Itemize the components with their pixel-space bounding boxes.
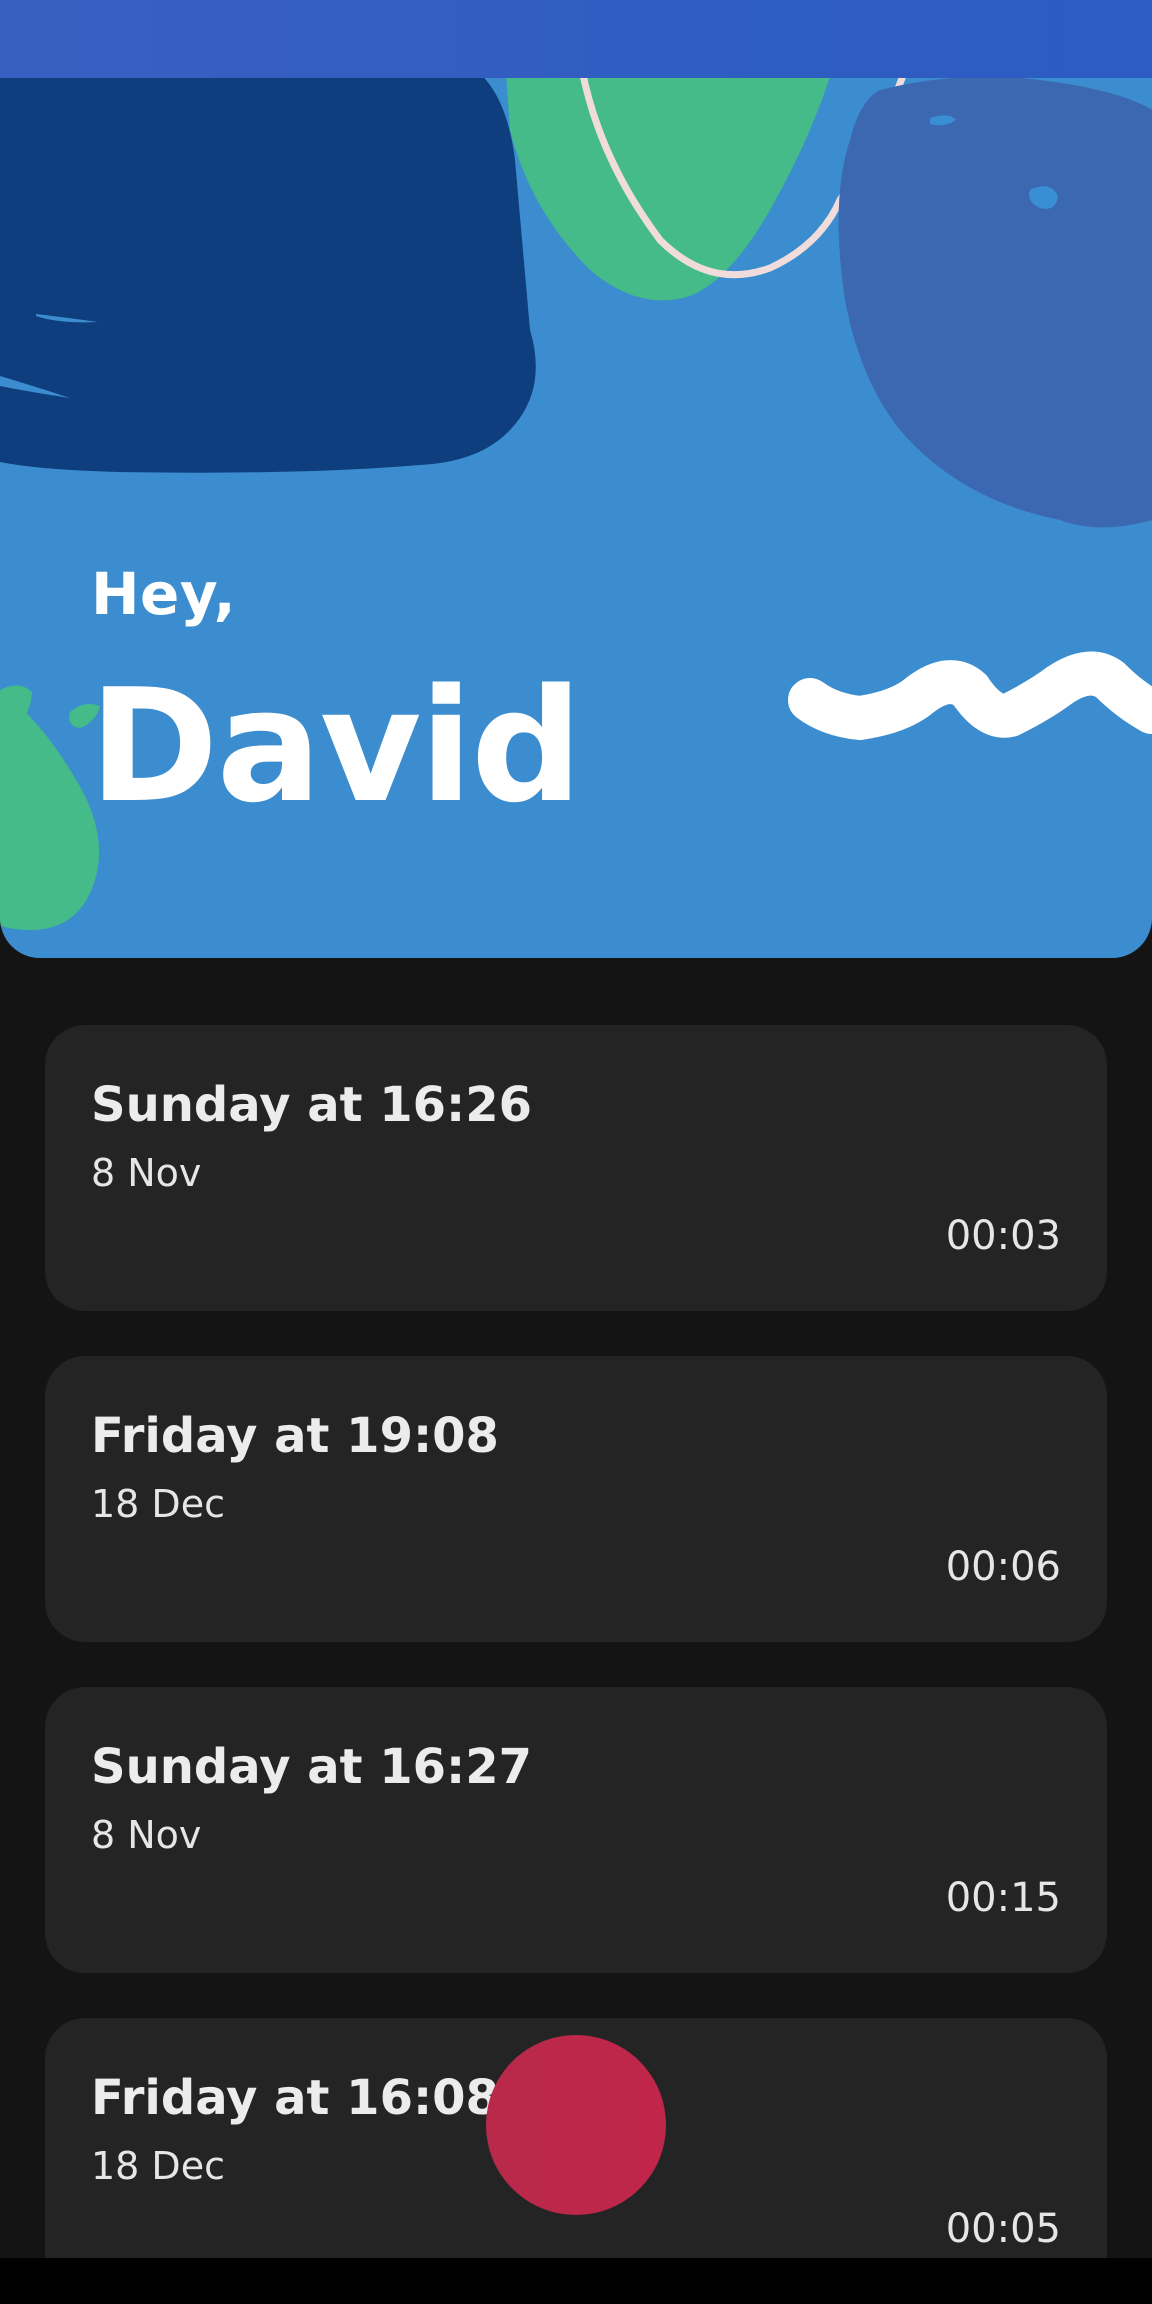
recording-title: Sunday at 16:26	[91, 1077, 533, 1133]
recording-date: 18 Dec	[91, 1482, 225, 1526]
record-button[interactable]	[486, 2035, 666, 2215]
recording-title: Sunday at 16:27	[91, 1739, 533, 1795]
recording-card[interactable]: Sunday at 16:26 8 Nov 00:03	[45, 1025, 1107, 1311]
recording-duration: 00:15	[945, 1875, 1061, 1921]
recording-date: 8 Nov	[91, 1151, 202, 1195]
navigation-bar	[0, 2258, 1152, 2304]
app-screen: Hey, David Sunday at 16:26 8 Nov 00:03 F…	[0, 0, 1152, 2304]
recording-duration: 00:05	[945, 2206, 1061, 2252]
recording-date: 18 Dec	[91, 2144, 225, 2188]
user-name: David	[89, 655, 583, 837]
recording-date: 8 Nov	[91, 1813, 202, 1857]
recording-title: Friday at 19:08	[91, 1408, 499, 1464]
recording-duration: 00:06	[945, 1544, 1061, 1590]
greeting-header: Hey, David	[0, 0, 1152, 958]
status-bar	[0, 0, 1152, 78]
recording-title: Friday at 16:08	[91, 2070, 499, 2126]
recording-duration: 00:03	[945, 1213, 1061, 1259]
recording-card[interactable]: Sunday at 16:27 8 Nov 00:15	[45, 1687, 1107, 1973]
greeting-text: Hey,	[91, 560, 237, 628]
recording-card[interactable]: Friday at 19:08 18 Dec 00:06	[45, 1356, 1107, 1642]
